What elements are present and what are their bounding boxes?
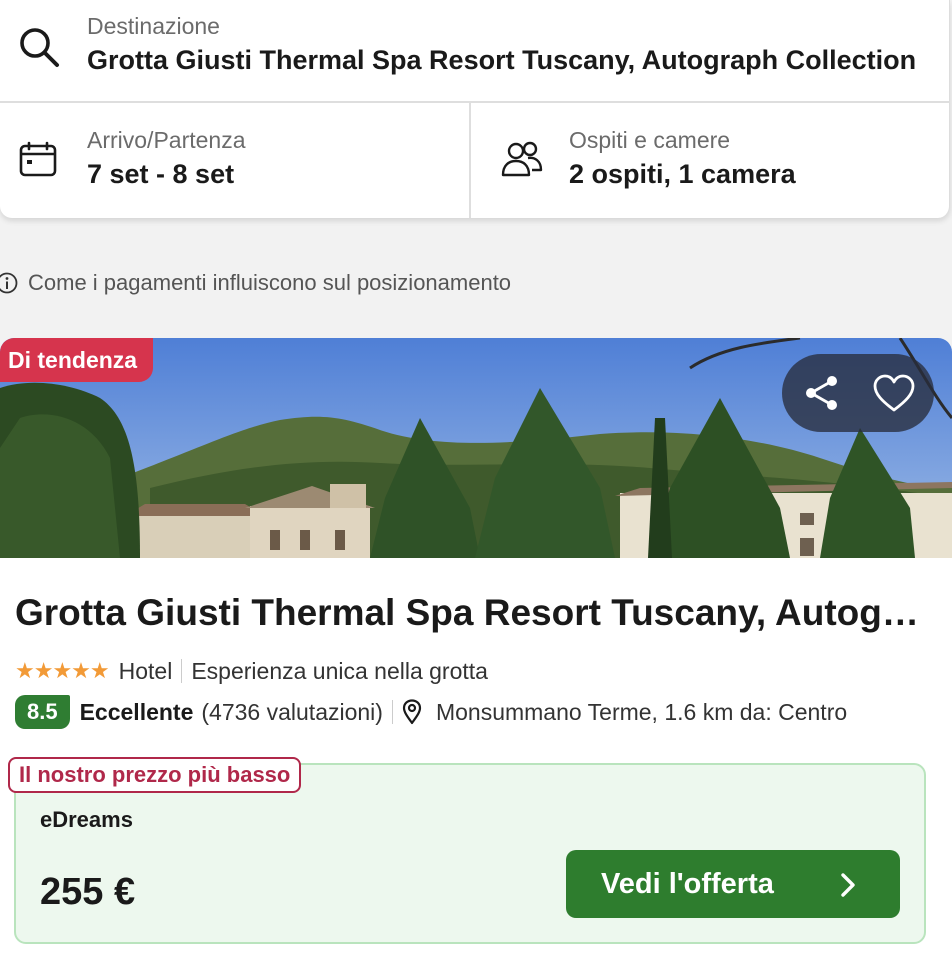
location-pin-icon <box>402 699 422 725</box>
guests-value: 2 ospiti, 1 camera <box>569 159 796 189</box>
calendar-icon <box>19 141 57 177</box>
guests-field[interactable]: Ospiti e camere 2 ospiti, 1 camera <box>472 103 950 218</box>
chevron-right-icon <box>841 873 855 897</box>
score-label: Eccellente <box>79 698 194 725</box>
dates-label: Arrivo/Partenza <box>87 127 246 153</box>
destination-field[interactable]: Destinazione Grotta Giusti Thermal Spa R… <box>0 0 950 103</box>
hotel-photo[interactable]: Di tendenza <box>0 338 952 558</box>
share-icon[interactable] <box>802 373 842 413</box>
offer-price: 255 € <box>40 871 136 913</box>
hotel-highlight: Esperienza unica nella grotta <box>191 657 488 684</box>
heart-icon[interactable] <box>872 373 916 413</box>
hotel-name[interactable]: Grotta Giusti Thermal Spa Resort Tuscany… <box>15 592 920 634</box>
destination-label: Destinazione <box>87 13 220 39</box>
lowest-price-badge: Il nostro prezzo più basso <box>8 757 302 793</box>
divider <box>181 659 183 683</box>
hotel-location: Monsummano Terme, 1.6 km da: Centro <box>435 698 848 725</box>
review-count: (4736 valutazioni) <box>201 698 383 725</box>
guests-label: Ospiti e camere <box>569 127 731 153</box>
divider <box>391 700 393 724</box>
score-badge: 8.5 <box>15 695 70 729</box>
info-icon <box>0 272 18 294</box>
people-icon <box>501 141 543 177</box>
view-offer-label: Vedi l'offerta <box>601 867 774 900</box>
payments-info-link[interactable]: Come i pagamenti influiscono sul posizio… <box>0 268 511 298</box>
view-offer-button[interactable]: Vedi l'offerta <box>566 850 900 918</box>
search-card: Destinazione Grotta Giusti Thermal Spa R… <box>0 0 950 218</box>
photo-actions <box>782 354 934 432</box>
hotel-card[interactable]: Di tendenza Grotta Giusti Thermal Spa Re… <box>0 338 952 958</box>
offer-provider: eDreams <box>40 807 133 832</box>
hotel-meta-row: ★★★★★ Hotel Esperienza unica nella grott… <box>15 656 488 686</box>
destination-value: Grotta Giusti Thermal Spa Resort Tuscany… <box>87 45 917 75</box>
dates-value: 7 set - 8 set <box>87 159 235 189</box>
payments-info-text: Come i pagamenti influiscono sul posizio… <box>28 270 512 295</box>
hotel-rating-row: 8.5 Eccellente (4736 valutazioni) Monsum… <box>15 694 847 730</box>
star-rating: ★★★★★ <box>15 658 110 683</box>
dates-field[interactable]: Arrivo/Partenza 7 set - 8 set <box>0 103 471 218</box>
hotel-type: Hotel <box>118 657 173 684</box>
trending-badge: Di tendenza <box>0 338 154 382</box>
search-icon <box>20 28 59 67</box>
